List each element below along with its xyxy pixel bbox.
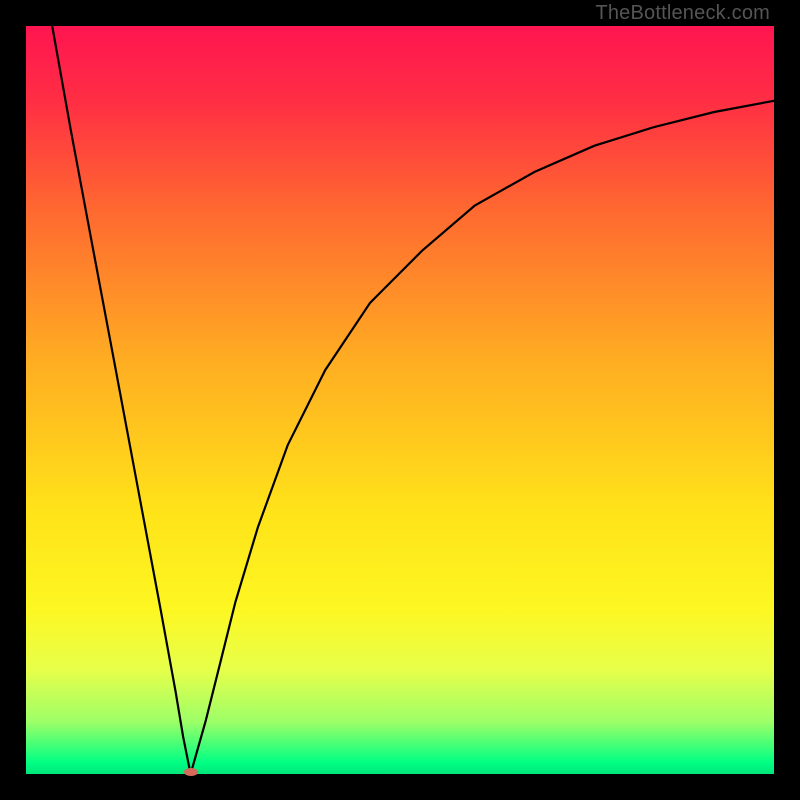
chart-frame xyxy=(26,26,774,774)
bottleneck-chart xyxy=(26,26,774,774)
watermark-text: TheBottleneck.com xyxy=(595,2,770,25)
gradient-background xyxy=(26,26,774,774)
